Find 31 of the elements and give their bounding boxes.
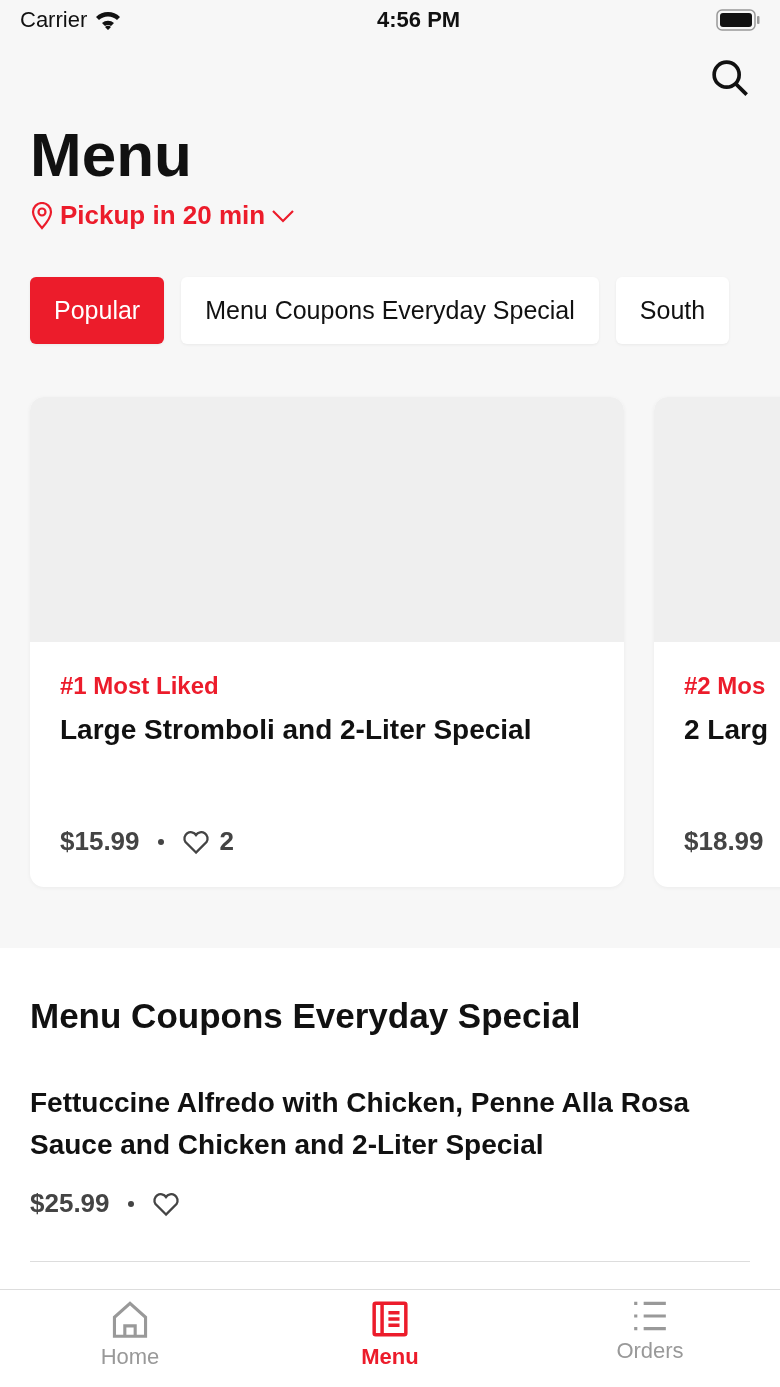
status-time: 4:56 PM: [377, 7, 461, 33]
battery-icon: [716, 9, 760, 31]
rank-label: #1 Most Liked: [60, 672, 220, 700]
carrier-label: Carrier: [20, 7, 88, 33]
heart-icon[interactable]: [181, 828, 210, 855]
item-price: $25.99: [30, 1188, 110, 1219]
menu-book-icon: [371, 1300, 409, 1338]
list-icon: [631, 1300, 669, 1332]
item-card[interactable]: #1 Most Liked Large Stromboli and 2-Liter Special $15.99 2: [30, 397, 624, 887]
item-card[interactable]: #2 Mos 2 Larg $18.99: [654, 397, 780, 887]
item-name[interactable]: Fettuccine Alfredo with Chicken, Penne Alla Rosa Sauce and Chicken and 2-Liter Special: [30, 1082, 690, 1166]
page-title: Menu: [29, 119, 193, 191]
item-name: 2 Larg: [684, 714, 770, 746]
category-tab[interactable]: South: [615, 277, 730, 344]
search-icon[interactable]: [710, 58, 750, 98]
rank-label: #2 Mos: [684, 672, 767, 700]
tab-bar-item[interactable]: Menu: [260, 1290, 520, 1387]
separator-dot: [157, 838, 164, 845]
category-tab[interactable]: Popular: [30, 277, 165, 344]
item-name: Large Stromboli and 2-Liter Special: [60, 714, 533, 746]
item-price: $18.99: [684, 826, 764, 857]
heart-icon[interactable]: [151, 1190, 180, 1217]
separator-dot: [127, 1200, 134, 1207]
like-count: 2: [219, 826, 234, 857]
category-tab[interactable]: Menu Coupons Everyday Special: [181, 277, 599, 344]
pickup-time-selector[interactable]: Pickup in 20 min: [30, 200, 296, 231]
wifi-icon: [95, 10, 122, 30]
section-title: Menu Coupons Everyday Special: [30, 996, 582, 1036]
location-pin-icon: [30, 201, 54, 230]
chevron-down-icon: [271, 208, 296, 223]
item-price: $15.99: [60, 826, 140, 857]
